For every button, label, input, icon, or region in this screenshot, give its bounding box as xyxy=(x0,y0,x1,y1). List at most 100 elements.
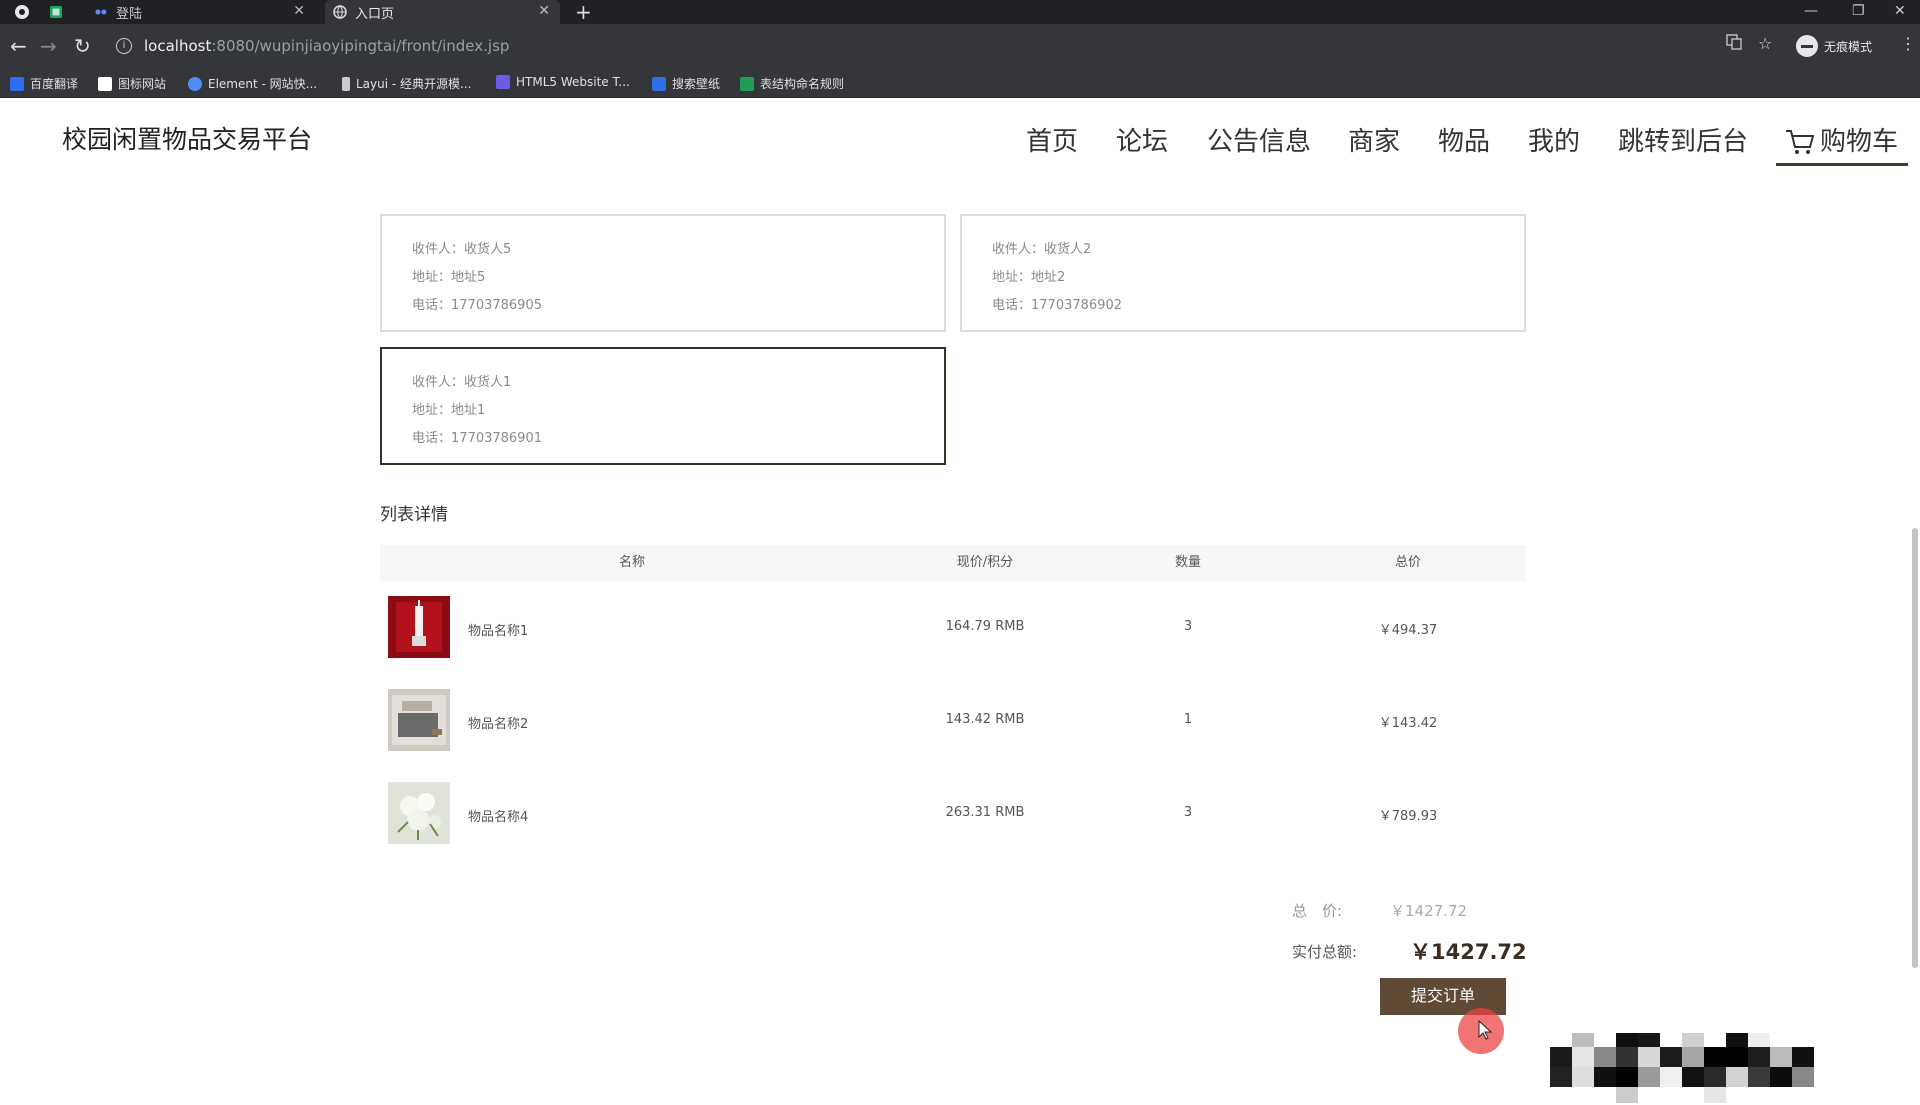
browser-menu-icon[interactable] xyxy=(14,4,30,20)
item-total: ￥789.93 xyxy=(1378,809,1438,824)
table-row: 物品名称4 263.31 RMB 3 ￥789.93 xyxy=(380,767,1526,860)
nav-admin[interactable]: 跳转到后台 xyxy=(1618,120,1748,164)
nav-notices[interactable]: 公告信息 xyxy=(1207,120,1311,164)
item-price: 143.42 RMB xyxy=(945,712,1025,727)
nav-merchants[interactable]: 商家 xyxy=(1348,120,1400,164)
wallpaper-icon xyxy=(652,76,666,91)
item-price: 263.31 RMB xyxy=(945,805,1025,820)
layui-icon xyxy=(342,76,350,91)
close-icon[interactable]: ✕ xyxy=(293,3,305,19)
nav-home[interactable]: 首页 xyxy=(1026,120,1078,164)
spreadsheet-icon xyxy=(50,6,62,18)
nav-forum[interactable]: 论坛 xyxy=(1116,120,1168,164)
forward-button[interactable]: → xyxy=(40,34,57,58)
address-card-selected[interactable]: 收件人：收货人1 地址：地址1 电话：17703786901 xyxy=(380,347,946,465)
address-phone: 电话：17703786902 xyxy=(992,298,1122,313)
payable-total-value: ￥1427.72 xyxy=(1410,940,1527,964)
tab-label: 入口页 xyxy=(355,6,395,22)
bookmark-baidu-translate[interactable]: 百度翻译 xyxy=(10,75,78,92)
item-price: 164.79 RMB xyxy=(945,619,1025,634)
bookmark-star-icon[interactable]: ☆ xyxy=(1758,34,1772,53)
item-total: ￥494.37 xyxy=(1378,623,1438,638)
pixelated-mosaic xyxy=(1550,1033,1814,1103)
site-info-icon[interactable]: i xyxy=(116,38,132,54)
tab-home[interactable]: 入口页 ✕ xyxy=(325,0,560,24)
address-receiver: 收件人：收货人2 xyxy=(992,242,1092,257)
cart-icon xyxy=(1786,130,1815,154)
address-receiver: 收件人：收货人1 xyxy=(412,375,512,390)
total-price-value: ￥1427.72 xyxy=(1390,902,1468,920)
incognito-label: 无痕模式 xyxy=(1824,39,1873,54)
address-receiver: 收件人：收货人5 xyxy=(412,242,512,257)
item-thumbnail[interactable] xyxy=(388,782,450,844)
bookmark-element[interactable]: Element - 网站快... xyxy=(188,75,317,92)
translate-bookmark-icon xyxy=(10,76,24,91)
table-row: 物品名称2 143.42 RMB 1 ￥143.42 xyxy=(380,674,1526,767)
restore-button[interactable]: ❐ xyxy=(1852,0,1865,24)
address-detail: 地址：地址1 xyxy=(412,403,486,418)
bookmark-naming-rules[interactable]: 表结构命名规则 xyxy=(740,75,844,92)
spreadsheet-icon xyxy=(740,76,754,91)
address-detail: 地址：地址5 xyxy=(412,270,486,285)
tab-login[interactable]: 登陆 ✕ xyxy=(90,0,315,24)
payable-total-label: 实付总额: xyxy=(1292,943,1358,961)
minimize-button[interactable]: — xyxy=(1804,0,1818,24)
col-price: 现价/积分 xyxy=(956,555,1014,570)
browser-more-icon[interactable]: ⋮ xyxy=(1900,34,1916,53)
bookmark-html5[interactable]: HTML5 Website T... xyxy=(496,75,630,89)
item-name[interactable]: 物品名称1 xyxy=(468,620,528,639)
url-path: :8080/wupinjiaoyipingtai/front/index.jsp xyxy=(211,37,510,55)
item-name[interactable]: 物品名称2 xyxy=(468,713,528,732)
bookmarks-bar: 百度翻译 图标网站 Element - 网站快... Layui - 经典开源模… xyxy=(0,68,1920,98)
reload-button[interactable]: ↻ xyxy=(74,34,91,58)
item-qty: 1 xyxy=(1183,712,1193,727)
incognito-icon xyxy=(1796,35,1818,57)
table-header: 名称 现价/积分 数量 总价 xyxy=(380,545,1526,581)
address-card[interactable]: 收件人：收货人5 地址：地址5 电话：17703786905 xyxy=(380,214,946,332)
nav-mine[interactable]: 我的 xyxy=(1528,120,1580,164)
list-title: 列表详情 xyxy=(380,505,448,525)
nav-goods[interactable]: 物品 xyxy=(1438,120,1490,164)
incognito-indicator[interactable]: 无痕模式 xyxy=(1796,35,1872,57)
address-bar[interactable]: i localhost:8080/wupinjiaoyipingtai/fron… xyxy=(106,30,1706,62)
item-thumbnail[interactable] xyxy=(388,689,450,751)
translate-icon[interactable] xyxy=(1726,34,1742,50)
item-qty: 3 xyxy=(1183,619,1193,634)
order-items-table: 名称 现价/积分 数量 总价 物品名称1 164.79 RMB 3 ￥494.3… xyxy=(380,545,1526,860)
address-card[interactable]: 收件人：收货人2 地址：地址2 电话：17703786902 xyxy=(960,214,1526,332)
site-title: 校园闲置物品交易平台 xyxy=(62,125,313,154)
back-button[interactable]: ← xyxy=(10,34,27,58)
col-total: 总价 xyxy=(1394,555,1421,570)
bookmark-layui[interactable]: Layui - 经典开源模... xyxy=(342,75,471,92)
url-host: localhost xyxy=(144,37,212,55)
col-name: 名称 xyxy=(618,555,645,570)
browser-tab-strip: 登陆 ✕ 入口页 ✕ + — ❐ ✕ xyxy=(0,0,1920,24)
bookmark-wallpaper[interactable]: 搜索壁纸 xyxy=(652,75,720,92)
bookmark-icon-site[interactable]: 图标网站 xyxy=(98,75,166,92)
total-price-label: 总 价: xyxy=(1292,902,1343,920)
address-phone: 电话：17703786905 xyxy=(412,298,542,313)
flag-icon xyxy=(98,76,112,91)
mouse-cursor-icon xyxy=(1478,1020,1492,1040)
item-name[interactable]: 物品名称4 xyxy=(468,806,528,825)
tab-label: 登陆 xyxy=(116,6,143,22)
nav-cart[interactable]: 购物车 xyxy=(1784,120,1898,164)
close-icon[interactable]: ✕ xyxy=(538,3,550,19)
tab-spreadsheet[interactable] xyxy=(50,0,70,24)
browser-toolbar: ← → ↻ i localhost:8080/wupinjiaoyipingta… xyxy=(0,24,1920,68)
item-thumbnail[interactable] xyxy=(388,596,450,658)
element-hex-icon xyxy=(188,76,202,91)
new-tab-button[interactable]: + xyxy=(575,0,592,24)
nav-cart-label: 购物车 xyxy=(1820,127,1899,157)
item-total: ￥143.42 xyxy=(1378,716,1438,731)
close-window-button[interactable]: ✕ xyxy=(1894,0,1906,24)
web-page: 校园闲置物品交易平台 首页 论坛 公告信息 商家 物品 我的 跳转到后台 购物车… xyxy=(0,98,1920,1103)
dots-icon xyxy=(95,9,107,15)
nav-active-indicator xyxy=(1776,163,1908,166)
page-scrollbar[interactable] xyxy=(1912,528,1918,968)
globe-icon xyxy=(333,5,347,19)
col-qty: 数量 xyxy=(1174,555,1201,570)
html5-icon xyxy=(496,75,510,89)
address-phone: 电话：17703786901 xyxy=(412,431,542,446)
table-row: 物品名称1 164.79 RMB 3 ￥494.37 xyxy=(380,581,1526,674)
